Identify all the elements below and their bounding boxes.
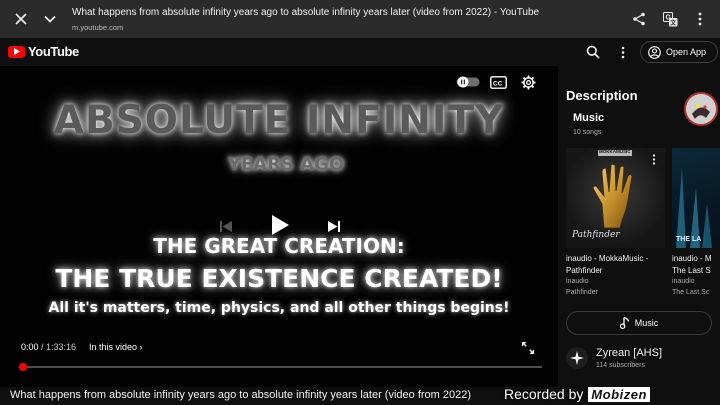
time-display: 0:00 / 1:33:16 <box>21 342 76 352</box>
description-title: Description <box>566 88 638 103</box>
svg-text:文: 文 <box>669 19 677 27</box>
song-title-line1: inaudio - M <box>672 254 712 263</box>
music-note-icon <box>619 317 629 329</box>
close-icon[interactable] <box>8 6 34 32</box>
mobizen-logo: Mobizen <box>588 386 650 402</box>
video-duration: / 1:33:16 <box>38 342 77 352</box>
song-title-line2: The Last S <box>672 266 711 275</box>
recorder-watermark: Recorded by Mobizen <box>504 383 720 405</box>
song-title-line2: Pathfinder <box>566 266 603 275</box>
channel-avatar[interactable] <box>684 92 718 126</box>
progress-scrubber[interactable] <box>19 363 27 371</box>
in-this-video-button[interactable]: In this video › <box>89 342 143 352</box>
album-art: MOKKAMUSIC Pathfinder <box>566 148 665 248</box>
video-title: What happens from absolute infinity year… <box>10 389 472 401</box>
video-frame-heading: ABSOLUTE INFINITY <box>53 98 505 143</box>
autoplay-toggle-icon[interactable] <box>456 74 480 90</box>
album-art: THE LA <box>672 148 720 248</box>
search-icon[interactable] <box>583 42 603 62</box>
youtube-play-logo-icon <box>8 45 25 58</box>
golden-hand-image <box>592 164 633 229</box>
fullscreen-icon[interactable] <box>520 340 536 356</box>
channel-name[interactable]: Zyrean [AHS] <box>596 347 662 359</box>
chevron-right-icon: › <box>139 342 143 352</box>
music-button-label: Music <box>634 318 659 328</box>
video-frame-caption-3: All it's matters, time, physics, and all… <box>48 300 510 316</box>
song-artist: inaudio <box>672 278 695 285</box>
song-artist: inaudio <box>566 278 589 285</box>
open-app-label: Open App <box>666 47 707 57</box>
song-title-line1: inaudio - MokkaMusic - <box>566 254 649 263</box>
video-frame-subheading: YEARS AGO <box>227 154 345 175</box>
screen: What happens from absolute infinity year… <box>0 0 720 405</box>
cityscape-image <box>676 168 712 248</box>
video-frame-caption-2: THE TRUE EXISTENCE CREATED! <box>55 264 503 293</box>
browser-page-title: What happens from absolute infinity year… <box>72 7 540 18</box>
song-album: The Last Sc <box>672 289 710 296</box>
card-more-icon[interactable] <box>652 152 660 165</box>
svg-text:CC: CC <box>493 80 503 87</box>
album-label-text: MOKKAMUSIC <box>599 149 631 154</box>
video-frame-caption-1: THE GREAT CREATION: <box>153 234 405 258</box>
open-app-button[interactable]: Open App <box>640 41 718 63</box>
music-button[interactable]: Music <box>566 311 712 335</box>
album-art-caption: Pathfinder <box>572 230 620 240</box>
account-icon <box>648 45 661 59</box>
browser-toolbar: What happens from absolute infinity year… <box>0 0 720 38</box>
music-section-heading: Music <box>573 112 605 124</box>
next-icon[interactable] <box>326 218 342 234</box>
translate-icon[interactable]: G文 <box>657 6 683 32</box>
song-count: 10 songs <box>573 129 602 136</box>
watermark-text: Recorded by <box>504 386 584 402</box>
previous-icon[interactable] <box>218 218 234 234</box>
chevron-down-icon[interactable] <box>37 6 63 32</box>
youtube-wordmark: YouTube <box>28 44 79 59</box>
in-this-video-label: In this video <box>89 342 138 352</box>
current-time: 0:00 <box>21 342 39 352</box>
progress-bar[interactable] <box>22 366 542 368</box>
share-icon[interactable] <box>626 6 652 32</box>
captions-icon[interactable]: CC <box>488 74 508 90</box>
subscriber-count: 114 subscribers <box>596 362 645 369</box>
description-panel: Description Music 10 songs MOKKAMUSIC Pa… <box>558 66 720 405</box>
video-player[interactable]: ABSOLUTE INFINITY YEARS AGO THE GREAT CR… <box>0 66 558 387</box>
browser-page-url: m.youtube.com <box>72 23 124 32</box>
channel-icon[interactable] <box>566 347 588 369</box>
settings-icon[interactable] <box>518 73 538 91</box>
more-vert-icon[interactable] <box>687 6 713 32</box>
youtube-header: YouTube Open App <box>0 38 720 66</box>
play-icon[interactable] <box>268 213 292 237</box>
youtube-logo[interactable]: YouTube <box>8 44 79 59</box>
header-more-icon[interactable] <box>613 42 633 62</box>
album-art-caption: THE LA <box>676 236 702 243</box>
song-album: Pathfinder <box>566 289 598 296</box>
